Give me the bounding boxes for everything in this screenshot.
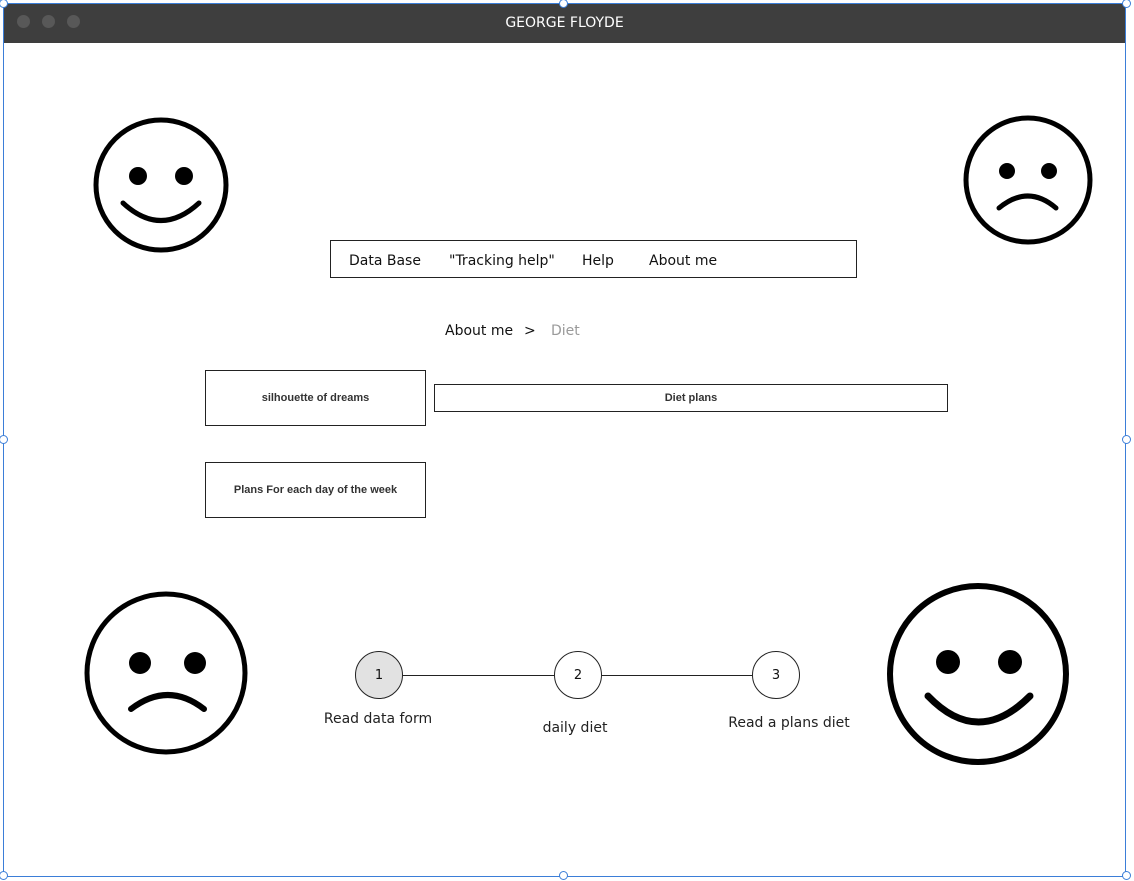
resize-handle-bottom-right[interactable] <box>1122 871 1131 880</box>
breadcrumb-current: Diet <box>551 323 580 339</box>
resize-handle-bottom-left[interactable] <box>0 871 8 880</box>
stepper-connector <box>602 675 752 676</box>
menu-item-tracking-help[interactable]: "Tracking help" <box>449 253 555 269</box>
menu-item-database[interactable]: Data Base <box>349 253 421 269</box>
step-2-label: daily diet <box>542 720 608 736</box>
resize-handle-top-right[interactable] <box>1122 0 1131 8</box>
canvas: GEORGE FLOYDE Data Base "Tracking help" … <box>0 0 1134 881</box>
happy-face-icon <box>887 583 1069 765</box>
sad-face-icon <box>84 591 248 755</box>
happy-face-icon <box>93 117 229 253</box>
step-2-circle[interactable]: 2 <box>554 651 602 699</box>
step-1-label: Read data form <box>323 711 433 727</box>
menu-item-help[interactable]: Help <box>582 253 614 269</box>
title-bar: GEORGE FLOYDE <box>4 4 1125 43</box>
step-3-label: Read a plans diet <box>728 715 850 731</box>
resize-handle-bottom[interactable] <box>559 871 568 880</box>
breadcrumb-about-me[interactable]: About me <box>445 323 513 339</box>
sad-face-icon <box>963 115 1093 245</box>
breadcrumb-separator: > <box>524 323 536 339</box>
diet-plans-button[interactable]: Diet plans <box>434 384 948 412</box>
silhouette-of-dreams-button[interactable]: silhouette of dreams <box>205 370 426 426</box>
step-3-circle[interactable]: 3 <box>752 651 800 699</box>
resize-handle-right[interactable] <box>1122 435 1131 444</box>
menu-bar: Data Base "Tracking help" Help About me <box>330 240 857 278</box>
menu-item-about-me[interactable]: About me <box>649 253 717 269</box>
stepper-connector <box>403 675 554 676</box>
window-title: GEORGE FLOYDE <box>505 15 624 31</box>
step-1-circle[interactable]: 1 <box>355 651 403 699</box>
weekly-plans-button[interactable]: Plans For each day of the week <box>205 462 426 518</box>
